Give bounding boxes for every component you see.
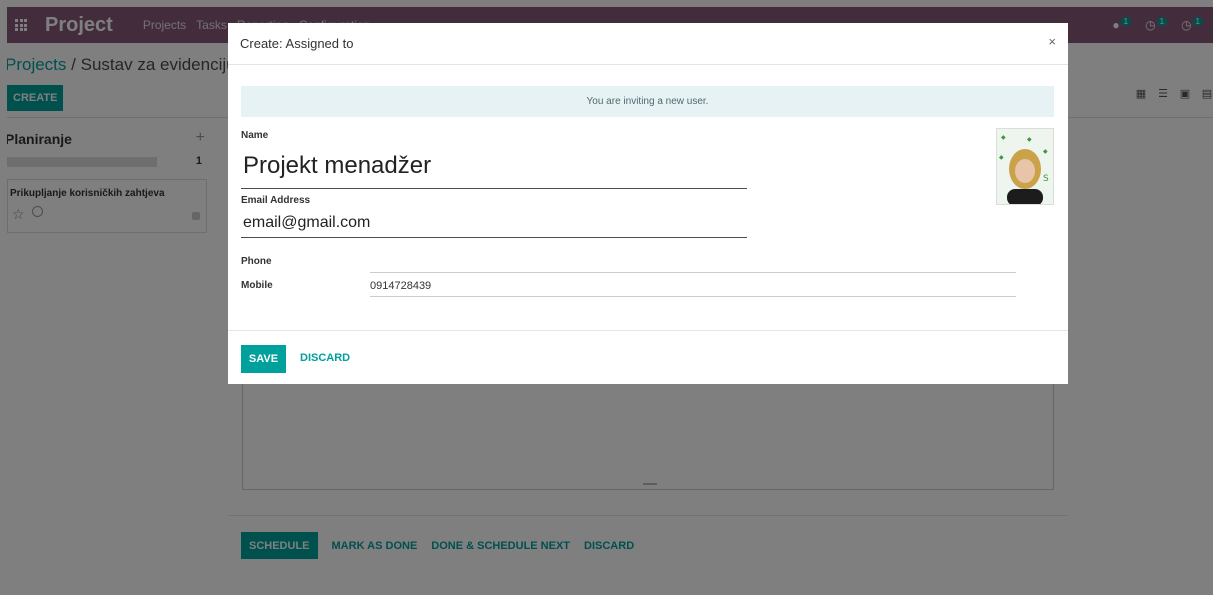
- mobile-field[interactable]: [370, 275, 1016, 297]
- discard-button[interactable]: DISCARD: [300, 352, 350, 364]
- modal-footer: SAVE DISCARD: [228, 330, 1068, 384]
- svg-text:◆: ◆: [999, 154, 1004, 161]
- email-label: Email Address: [241, 195, 311, 206]
- svg-text:S: S: [1043, 174, 1049, 184]
- create-user-modal: Create: Assigned to × You are inviting a…: [228, 23, 1068, 384]
- info-alert: You are inviting a new user.: [241, 86, 1054, 117]
- name-label: Name: [241, 130, 269, 141]
- phone-label: Phone: [241, 256, 272, 267]
- mobile-label: Mobile: [241, 280, 273, 291]
- svg-text:◆: ◆: [1043, 148, 1048, 155]
- user-photo-icon: ◆ ◆ ◆ ◆ S: [997, 129, 1053, 204]
- svg-text:◆: ◆: [1001, 134, 1006, 141]
- modal-header: Create: Assigned to ×: [228, 23, 1068, 65]
- modal-title: Create: Assigned to: [240, 36, 354, 51]
- phone-field[interactable]: [370, 251, 1016, 273]
- svg-text:◆: ◆: [1027, 136, 1032, 143]
- email-field[interactable]: [241, 208, 747, 238]
- avatar[interactable]: ◆ ◆ ◆ ◆ S: [996, 128, 1054, 205]
- name-field[interactable]: [241, 143, 747, 189]
- save-button[interactable]: SAVE: [241, 345, 286, 373]
- close-icon[interactable]: ×: [1048, 34, 1056, 49]
